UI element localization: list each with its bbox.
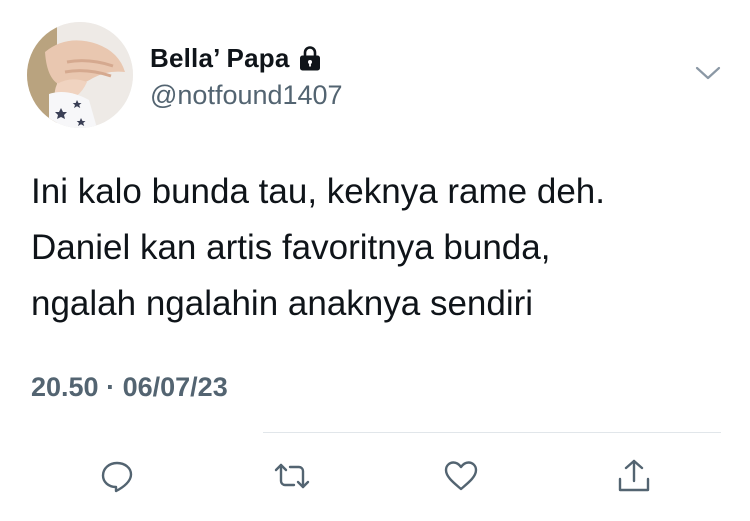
tweet-date: 06/07/23 — [122, 372, 228, 402]
chevron-down-icon[interactable] — [694, 62, 722, 84]
like-icon — [444, 461, 478, 491]
reply-button[interactable] — [97, 456, 137, 496]
share-icon — [618, 459, 650, 492]
like-button[interactable] — [441, 456, 481, 496]
share-button[interactable] — [614, 456, 654, 496]
action-bar — [0, 448, 750, 504]
tweet-text: Ini kalo bunda tau, keknya rame deh. Dan… — [31, 164, 731, 332]
tweet-text-line: Ini kalo bunda tau, keknya rame deh. — [31, 172, 605, 211]
avatar[interactable] — [27, 22, 133, 128]
tweet-timestamp[interactable]: 20.50 · 06/07/23 — [31, 372, 228, 403]
retweet-button[interactable] — [272, 456, 312, 496]
retweet-icon — [274, 463, 310, 489]
author-name-row[interactable]: Bella’ Papa — [150, 42, 322, 74]
timestamp-separator: · — [106, 372, 116, 402]
tweet-time: 20.50 — [31, 372, 99, 402]
author-display-name[interactable]: Bella’ Papa — [150, 43, 290, 74]
tweet-text-line: ngalah ngalahin anaknya sendiri — [31, 284, 534, 323]
lock-icon — [299, 46, 320, 71]
avatar-photo — [27, 22, 133, 128]
divider — [263, 432, 721, 433]
tweet-text-line: Daniel kan artis favoritnya bunda, — [31, 228, 551, 267]
author-handle[interactable]: @notfound1407 — [150, 80, 343, 111]
reply-icon — [101, 461, 133, 493]
